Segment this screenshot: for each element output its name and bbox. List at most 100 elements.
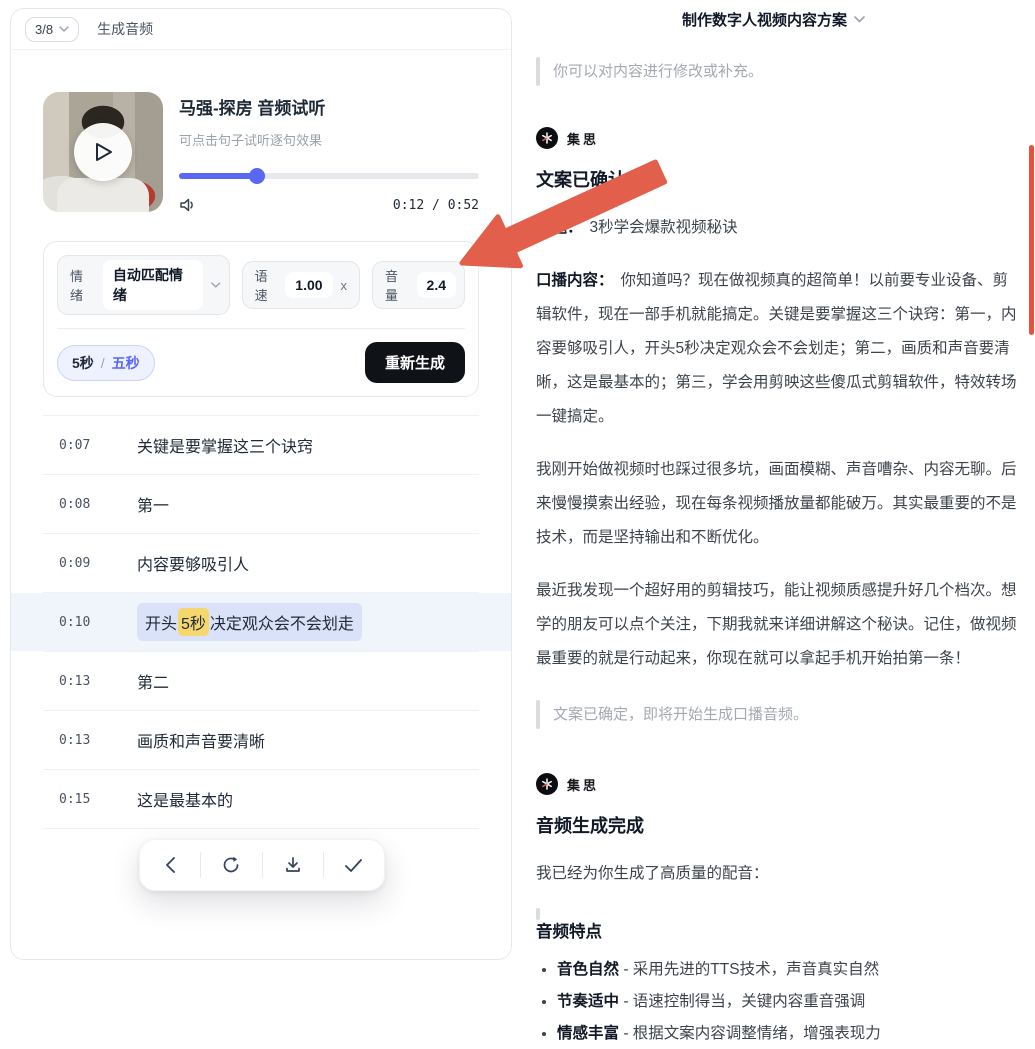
transcript-row[interactable]: 0:13 画质和声音要清晰 (11, 711, 511, 769)
timestamp: 0:09 (59, 556, 101, 571)
emotion-value: 自动匹配情绪 (103, 260, 203, 310)
text-segment: 开头 (145, 610, 177, 634)
assistant-avatar (536, 127, 558, 149)
transcript-text: 这是最基本的 (137, 787, 233, 811)
regenerate-button[interactable]: 重新生成 (365, 342, 465, 383)
message-paragraph: 我刚开始做视频时也踩过很多坑，画面模糊、声音嘈杂、内容无聊。后来慢慢摸索出经验，… (536, 453, 1017, 555)
scrollbar-thumb[interactable] (1029, 145, 1034, 335)
content-value: 你知道吗？现在做视频真的超简单！以前要专业设备、剪辑软件，现在一部手机就能搞定。… (536, 272, 1017, 425)
volume-label: 音量 (385, 266, 409, 304)
player-progress-thumb[interactable] (249, 168, 265, 184)
token-highlight: 5秒 (178, 608, 209, 636)
transcript-row[interactable]: 0:07 关键是要掌握这三个诀窍 (11, 416, 511, 474)
player-progress-fill (179, 173, 257, 179)
emotion-select[interactable]: 情绪 自动匹配情绪 (57, 255, 230, 315)
timestamp: 0:13 (59, 733, 101, 748)
sentence-highlight: 开头 5秒 决定观众会不会划走 (137, 603, 362, 641)
progress-bar[interactable] (179, 173, 479, 179)
transcript-row[interactable]: 0:08 第一 (11, 475, 511, 533)
pronunciation-chip[interactable]: 5秒 / 五秒 (57, 345, 155, 381)
speed-value: 1.00 (285, 272, 332, 298)
chevron-left-icon (166, 857, 175, 873)
regenerate-icon-button[interactable] (201, 840, 261, 890)
voice-settings-box: 情绪 自动匹配情绪 语速 1.00 x 音量 2.4 5秒 / 五秒 重新生成 (43, 241, 479, 397)
message-subheading: 音频特点 (536, 918, 1011, 942)
feature-desc: - 根据文案内容调整情绪，增强表现力 (619, 1025, 881, 1042)
conversation-title[interactable]: 制作数字人视频内容方案 (512, 9, 1035, 30)
timestamp: 0:08 (59, 497, 101, 512)
audio-generation-panel: 3/8 生成音频 马强-探房 音频试听 可点击句子试听逐句效果 0:12 / 0… (10, 8, 512, 960)
assistant-name: 集思 (567, 129, 599, 148)
transcript-text: 第二 (137, 669, 169, 693)
chevron-down-icon (59, 26, 69, 32)
play-button[interactable] (74, 123, 132, 181)
back-button[interactable] (140, 840, 200, 890)
list-item: 节奏适中 - 语速控制得当，关键内容重音强调 (557, 987, 1011, 1017)
transcript-row[interactable]: 0:09 内容要够吸引人 (11, 534, 511, 592)
play-icon (92, 140, 114, 164)
transcript-text: 第一 (137, 492, 169, 516)
timestamp: 0:15 (59, 792, 101, 807)
quote-bar-partial (536, 908, 540, 920)
emotion-label: 情绪 (70, 266, 95, 304)
pronunciation-original: 5秒 (72, 353, 94, 373)
check-icon (345, 859, 362, 872)
assistant-name: 集思 (567, 775, 599, 794)
message-paragraph: 我已经为你生成了高质量的配音： (536, 857, 1017, 891)
feature-desc: - 采用先进的TTS技术，声音真实自然 (619, 961, 879, 978)
status-quote: 文案已确定，即将开始生成口播音频。 (536, 700, 1011, 729)
confirm-button[interactable] (324, 840, 384, 890)
transcript-text: 开头 5秒 决定观众会不会划走 (137, 603, 362, 641)
speed-input[interactable]: 语速 1.00 x (242, 261, 360, 309)
action-toolbar (139, 839, 385, 891)
transcript-text: 内容要够吸引人 (137, 551, 249, 575)
transcript-row-active[interactable]: 0:10 开头 5秒 决定观众会不会划走 (11, 593, 511, 651)
feature-desc: - 语速控制得当，关键内容重音强调 (619, 993, 865, 1010)
title-label: 标题： (536, 219, 583, 236)
audio-features-list: 音色自然 - 采用先进的TTS技术，声音真实自然 节奏适中 - 语速控制得当，关… (536, 955, 1011, 1049)
volume-value: 2.4 (417, 272, 456, 298)
quote-bar (536, 700, 540, 729)
text-segment: 决定观众会不会划走 (210, 610, 354, 634)
transcript-list: 0:07 关键是要掌握这三个诀窍 0:08 第一 0:09 内容要够吸引人 0:… (11, 415, 511, 829)
step-selector[interactable]: 3/8 (25, 17, 79, 42)
chevron-down-icon (211, 282, 221, 288)
assistant-avatar (536, 773, 558, 795)
timestamp: 0:13 (59, 674, 101, 689)
script-title-line: 标题：3秒学会爆款视频秘诀 (536, 211, 1017, 245)
refresh-icon (222, 856, 240, 874)
asterisk-logo-icon (541, 778, 553, 790)
feature-term: 节奏适中 (557, 993, 619, 1010)
divider (57, 328, 465, 329)
timestamp: 0:07 (59, 438, 101, 453)
transcript-text: 关键是要掌握这三个诀窍 (137, 433, 313, 457)
quote-text: 你可以对内容进行修改或补充。 (553, 57, 763, 86)
audio-subtitle: 可点击句子试听逐句效果 (179, 130, 479, 149)
volume-icon[interactable] (179, 197, 197, 213)
divider (43, 828, 479, 829)
download-button[interactable] (263, 840, 323, 890)
speed-unit: x (341, 278, 348, 293)
message-paragraph: 最近我发现一个超好用的剪辑技巧，能让视频质感提升好几个档次。想学的朋友可以点个关… (536, 574, 1017, 676)
panel-header: 3/8 生成音频 (11, 9, 511, 50)
assistant-message-header: 集思 (536, 127, 1011, 149)
video-thumbnail[interactable] (43, 92, 163, 212)
message-heading: 音频生成完成 (536, 812, 1011, 838)
audio-player-card: 马强-探房 音频试听 可点击句子试听逐句效果 0:12 / 0:52 (43, 92, 479, 213)
audio-title: 马强-探房 音频试听 (179, 94, 479, 119)
pronunciation-separator: / (101, 355, 105, 371)
player-info: 马强-探房 音频试听 可点击句子试听逐句效果 0:12 / 0:52 (179, 92, 479, 213)
chevron-down-icon (854, 16, 865, 23)
transcript-text: 画质和声音要清晰 (137, 728, 265, 752)
download-icon (284, 856, 302, 874)
conversation-title-text: 制作数字人视频内容方案 (682, 9, 847, 30)
assistant-message-header: 集思 (536, 773, 1011, 795)
list-item: 情感丰富 - 根据文案内容调整情绪，增强表现力 (557, 1019, 1011, 1049)
feature-term: 情感丰富 (557, 1025, 619, 1042)
transcript-row[interactable]: 0:13 第二 (11, 652, 511, 710)
message-heading: 文案已确认 (536, 166, 1011, 192)
transcript-row[interactable]: 0:15 这是最基本的 (11, 770, 511, 828)
time-display: 0:12 / 0:52 (393, 198, 479, 213)
timestamp: 0:10 (59, 615, 101, 630)
volume-input[interactable]: 音量 2.4 (372, 261, 465, 309)
